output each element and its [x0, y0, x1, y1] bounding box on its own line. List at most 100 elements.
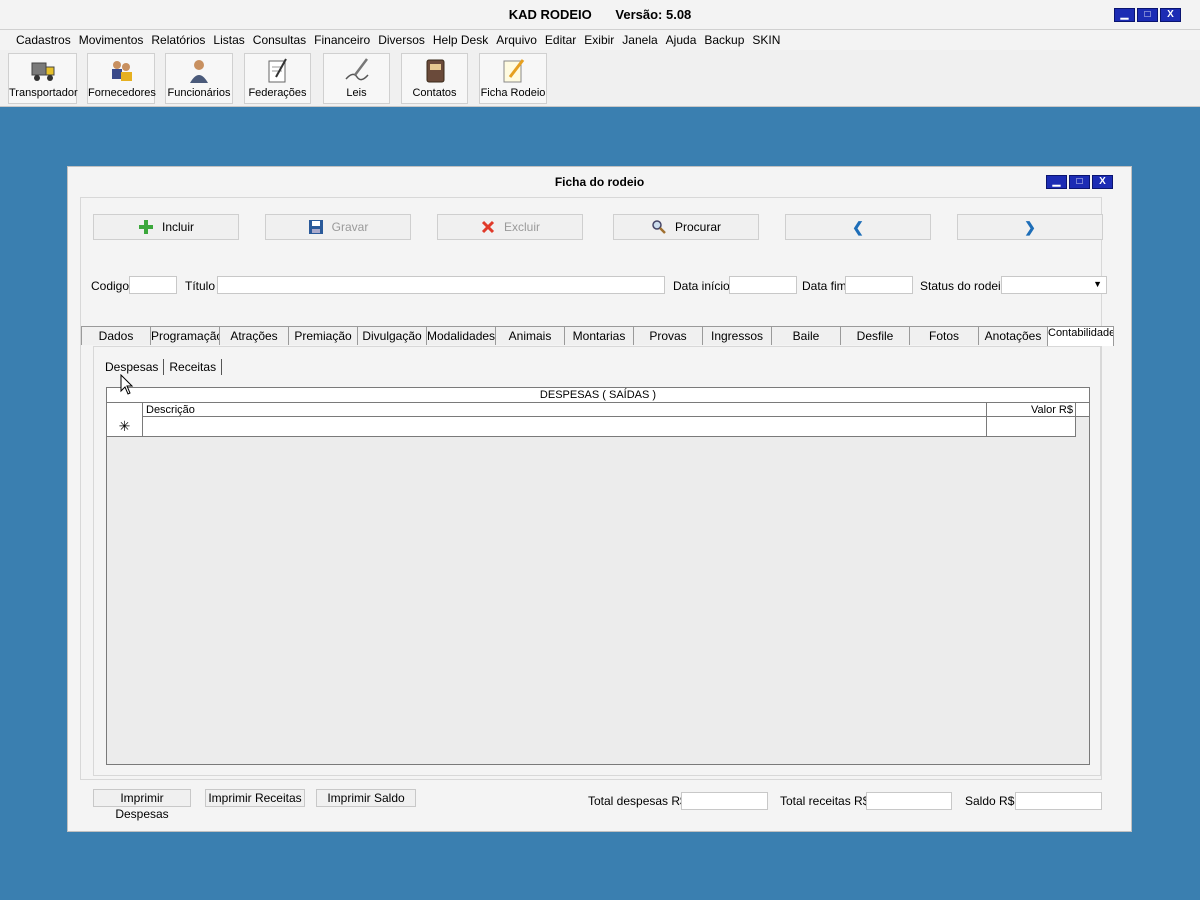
tab-provas[interactable]: Provas [633, 326, 703, 345]
menu-relatorios[interactable]: Relatórios [147, 30, 209, 50]
codigo-field[interactable] [129, 276, 177, 294]
status-label: Status do rodeio [920, 279, 1008, 293]
menu-cadastros[interactable]: Cadastros [12, 30, 75, 50]
tab-montarias[interactable]: Montarias [564, 326, 634, 345]
toolbar-transportador-label: Transportador [9, 87, 78, 99]
menu-financeiro[interactable]: Financeiro [310, 30, 374, 50]
tab-programacao[interactable]: Programação [150, 326, 220, 345]
app-close-button[interactable]: X [1160, 8, 1181, 22]
notepad-pencil-icon [503, 59, 525, 83]
menu-bar: Cadastros Movimentos Relatórios Listas C… [0, 30, 1200, 50]
sub-tabs: Despesas Receitas [100, 359, 223, 375]
suppliers-icon [112, 61, 132, 81]
column-header-descricao[interactable]: Descrição [144, 403, 987, 417]
toolbar-fornecedores-button[interactable]: Fornecedores [87, 53, 156, 104]
form-panel: Incluir Gravar Excluir Procurar ❮ ❯ Codi… [80, 197, 1114, 780]
status-select[interactable]: ▼ [1001, 276, 1107, 294]
tab-divulgacao[interactable]: Divulgação [357, 326, 427, 345]
app-minimize-button[interactable]: ▁ [1114, 8, 1135, 22]
subtab-receitas[interactable]: Receitas [164, 359, 223, 375]
menu-consultas[interactable]: Consultas [249, 30, 310, 50]
new-row[interactable]: ✳ [107, 417, 1076, 437]
grid-caption: DESPESAS ( SAÍDAS ) [107, 388, 1089, 403]
toolbar-ficha-rodeio-label: Ficha Rodeio [480, 87, 546, 99]
contabilidade-panel: Despesas Receitas DESPESAS ( SAÍDAS ) De… [93, 346, 1101, 776]
app-titlebar: KAD RODEIO Versão: 5.08 ▁ □ X [0, 0, 1200, 30]
new-row-valor-cell[interactable] [988, 417, 1076, 436]
chevron-left-icon: ❮ [852, 218, 864, 235]
tab-premiacao[interactable]: Premiação [288, 326, 358, 345]
window-maximize-button[interactable]: □ [1069, 175, 1090, 189]
delete-x-icon [481, 220, 495, 234]
app-version: Versão: 5.08 [615, 7, 692, 22]
titulo-label: Título [185, 279, 216, 293]
search-icon [652, 220, 666, 234]
menu-diversos[interactable]: Diversos [374, 30, 429, 50]
chevron-right-icon: ❯ [1024, 218, 1036, 235]
tab-modalidades[interactable]: Modalidades [426, 326, 496, 345]
imprimir-saldo-button[interactable]: Imprimir Saldo [316, 789, 416, 807]
new-row-marker-icon[interactable]: ✳ [107, 417, 143, 436]
next-record-button[interactable]: ❯ [957, 214, 1103, 240]
data-inicio-field[interactable] [729, 276, 797, 294]
tab-anotacoes[interactable]: Anotações [978, 326, 1048, 345]
menu-exibir[interactable]: Exibir [580, 30, 618, 50]
window-title: Ficha do rodeio [554, 175, 645, 189]
total-receitas-field[interactable] [866, 792, 952, 810]
toolbar-federacoes-button[interactable]: Federações [244, 53, 311, 104]
menu-janela[interactable]: Janela [618, 30, 661, 50]
menu-editar[interactable]: Editar [541, 30, 580, 50]
tab-fotos[interactable]: Fotos [909, 326, 979, 345]
procurar-button[interactable]: Procurar [613, 214, 759, 240]
save-disk-icon [308, 220, 323, 234]
menu-skin[interactable]: SKIN [748, 30, 784, 50]
toolbar-leis-button[interactable]: Leis [323, 53, 390, 104]
imprimir-despesas-button[interactable]: Imprimir Despesas [93, 789, 191, 821]
tab-ingressos[interactable]: Ingressos [702, 326, 772, 345]
tab-animais[interactable]: Animais [495, 326, 565, 345]
tab-baile[interactable]: Baile [771, 326, 841, 345]
menu-backup[interactable]: Backup [700, 30, 748, 50]
gravar-button[interactable]: Gravar [265, 214, 411, 240]
titulo-field[interactable] [217, 276, 665, 294]
menu-arquivo[interactable]: Arquivo [492, 30, 541, 50]
previous-record-button[interactable]: ❮ [785, 214, 931, 240]
menu-listas[interactable]: Listas [209, 30, 248, 50]
saldo-label: Saldo R$ [965, 794, 1015, 808]
address-book-icon [426, 59, 444, 83]
toolbar-contatos-label: Contatos [412, 87, 457, 99]
excluir-button[interactable]: Excluir [437, 214, 583, 240]
new-row-descricao-cell[interactable] [144, 417, 987, 436]
saldo-field[interactable] [1015, 792, 1102, 810]
imprimir-receitas-button[interactable]: Imprimir Receitas [205, 789, 305, 807]
incluir-label: Incluir [161, 220, 194, 234]
signature-pen-icon [344, 58, 369, 81]
subtab-despesas[interactable]: Despesas [100, 359, 165, 375]
menu-help-desk[interactable]: Help Desk [429, 30, 492, 50]
tab-desfile[interactable]: Desfile [840, 326, 910, 345]
toolbar-contatos-button[interactable]: Contatos [401, 53, 468, 104]
grid-header-corner [107, 403, 143, 417]
app-maximize-button[interactable]: □ [1137, 8, 1158, 22]
column-header-valor[interactable]: Valor R$ [988, 403, 1076, 417]
tab-contabilidade[interactable]: Contabilidade [1047, 326, 1114, 346]
window-minimize-button[interactable]: ▁ [1046, 175, 1067, 189]
menu-movimentos[interactable]: Movimentos [75, 30, 148, 50]
toolbar: Transportador Fornecedores Funcionários … [0, 50, 1200, 107]
menu-ajuda[interactable]: Ajuda [662, 30, 701, 50]
total-despesas-field[interactable] [681, 792, 768, 810]
toolbar-transportador-button[interactable]: Transportador [8, 53, 78, 104]
window-close-button[interactable]: X [1092, 175, 1113, 189]
data-fim-field[interactable] [845, 276, 913, 294]
tab-dados[interactable]: Dados [81, 326, 151, 345]
incluir-button[interactable]: Incluir [93, 214, 239, 240]
codigo-label: Codigo [91, 279, 130, 293]
tab-atracoes[interactable]: Atrações [219, 326, 289, 345]
excluir-label: Excluir [503, 220, 540, 234]
main-tabs: Dados Programação Atrações Premiação Div… [81, 326, 1114, 346]
toolbar-leis-label: Leis [346, 87, 367, 99]
gravar-label: Gravar [331, 220, 369, 234]
toolbar-ficha-rodeio-button[interactable]: Ficha Rodeio [479, 53, 547, 104]
toolbar-funcionarios-button[interactable]: Funcionários [165, 53, 233, 104]
despesas-grid: DESPESAS ( SAÍDAS ) Descrição Valor R$ ✳ [106, 387, 1090, 765]
